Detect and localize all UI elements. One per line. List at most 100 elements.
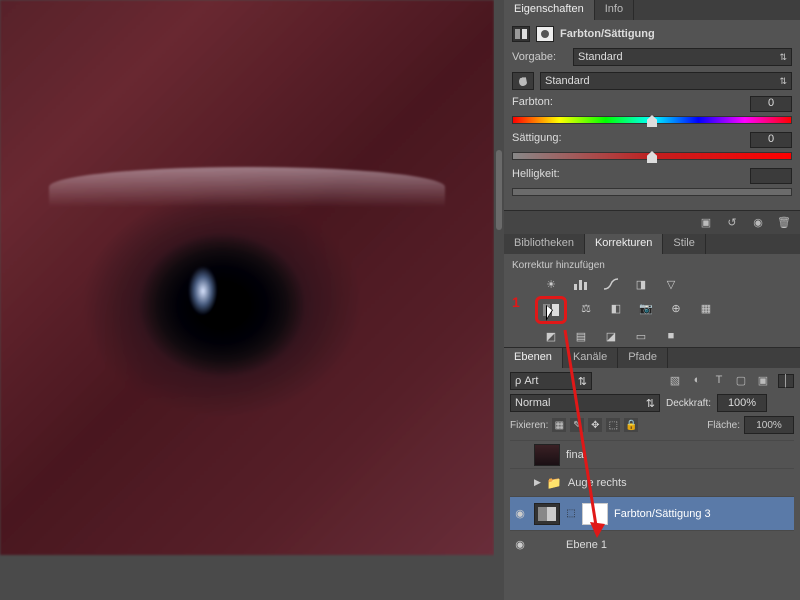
lock-pixels-icon[interactable]: ✎: [570, 418, 584, 432]
right-panels: Eigenschaften Info Farbton/Sättigung Vor…: [504, 0, 800, 600]
lightness-slider[interactable]: [512, 188, 792, 196]
folder-icon: 📁: [547, 476, 562, 490]
posterize-icon[interactable]: ▤: [570, 327, 592, 345]
curves-icon[interactable]: [600, 275, 622, 293]
invert-icon[interactable]: ◩: [540, 327, 562, 345]
blend-mode-select[interactable]: Normal ⇅: [510, 394, 660, 412]
saturation-label: Sättigung:: [512, 132, 562, 148]
properties-body: Farbton/Sättigung Vorgabe: Standard ⇅ St…: [504, 20, 800, 210]
layers-tabs: Ebenen Kanäle Pfade: [504, 348, 800, 368]
adjustment-thumbnail[interactable]: [534, 503, 560, 525]
mask-thumbnail[interactable]: [582, 503, 608, 525]
layer-thumbnail[interactable]: [534, 444, 560, 466]
tab-korrekturen[interactable]: Korrekturen: [585, 234, 663, 254]
visibility-toggle[interactable]: [512, 449, 528, 461]
corrections-tabs: Bibliotheken Korrekturen Stile: [504, 234, 800, 254]
levels-icon[interactable]: [570, 275, 592, 293]
link-icon[interactable]: ⬚: [566, 508, 576, 519]
saturation-slider-row: Sättigung: 0: [512, 132, 792, 160]
blend-mode-value: Normal: [515, 397, 550, 409]
tab-ebenen[interactable]: Ebenen: [504, 348, 563, 368]
hue-value-input[interactable]: 0: [750, 96, 792, 112]
tab-kanaele[interactable]: Kanäle: [563, 348, 618, 368]
lookup-icon[interactable]: ▦: [695, 299, 717, 317]
filter-adjustment-icon[interactable]: ◐: [690, 374, 704, 388]
annotation-number: 1: [512, 294, 520, 310]
brightness-contrast-icon[interactable]: ☀: [540, 275, 562, 293]
layer-row[interactable]: final: [510, 440, 794, 468]
preset-value: Standard: [578, 51, 623, 63]
layer-row-selected[interactable]: ◉ ⬚ Farbton/Sättigung 3: [510, 496, 794, 530]
layer-row[interactable]: ◉ Ebene 1: [510, 530, 794, 558]
tab-eigenschaften[interactable]: Eigenschaften: [504, 0, 595, 20]
adjustment-type-icon: [512, 26, 530, 42]
visibility-toggle[interactable]: ◉: [512, 507, 528, 520]
preset-select[interactable]: Standard ⇅: [573, 48, 792, 66]
adjustment-title: Farbton/Sättigung: [560, 28, 655, 40]
lock-transparent-icon[interactable]: ▦: [552, 418, 566, 432]
layer-filter-select[interactable]: ρ Art ⇅: [510, 372, 592, 390]
filter-type-icon[interactable]: T: [712, 374, 726, 388]
scroll-thumb[interactable]: [496, 150, 502, 230]
color-balance-icon[interactable]: ⚖: [575, 299, 597, 317]
lock-all-icon[interactable]: 🔒: [624, 418, 638, 432]
visibility-toggle[interactable]: ◉: [512, 538, 528, 551]
preset-label: Vorgabe:: [512, 51, 567, 63]
mask-icon[interactable]: [536, 26, 554, 42]
layer-name[interactable]: final: [566, 449, 586, 461]
chevron-updown-icon: ⇅: [779, 52, 787, 63]
slider-thumb[interactable]: [647, 151, 657, 163]
opacity-input[interactable]: 100%: [717, 394, 767, 412]
fill-input[interactable]: 100%: [744, 416, 794, 434]
canvas-area[interactable]: [0, 0, 494, 600]
layer-name[interactable]: Auge rechts: [568, 477, 627, 489]
channel-mixer-icon[interactable]: ⊕: [665, 299, 687, 317]
slider-thumb[interactable]: [647, 115, 657, 127]
properties-footer: ▣ ↺ ◉ 🗑: [504, 210, 800, 234]
filter-pixel-icon[interactable]: ▧: [668, 374, 682, 388]
tab-pfade[interactable]: Pfade: [618, 348, 668, 368]
channel-value: Standard: [545, 75, 590, 87]
clip-icon[interactable]: ▣: [698, 216, 714, 230]
layer-name[interactable]: Ebene 1: [566, 539, 607, 551]
hue-slider-row: Farbton: 0: [512, 96, 792, 124]
reset-icon[interactable]: ↺: [724, 216, 740, 230]
hue-slider[interactable]: [512, 116, 792, 124]
vibrance-icon[interactable]: ▽: [660, 275, 682, 293]
visibility-toggle[interactable]: [512, 477, 528, 489]
lock-nested-icon[interactable]: ⬚: [606, 418, 620, 432]
trash-icon[interactable]: 🗑: [776, 216, 792, 230]
filter-toggle-icon[interactable]: │: [778, 374, 794, 388]
selective-color-icon[interactable]: ■: [660, 327, 682, 345]
threshold-icon[interactable]: ◪: [600, 327, 622, 345]
lightness-value-input[interactable]: [750, 168, 792, 184]
black-white-icon[interactable]: ◧: [605, 299, 627, 317]
lightness-slider-row: Helligkeit:: [512, 168, 792, 196]
layer-group-row[interactable]: ▶ 📁 Auge rechts: [510, 468, 794, 496]
panel-scrollbar[interactable]: [494, 0, 504, 600]
properties-tabs: Eigenschaften Info: [504, 0, 800, 20]
photo-filter-icon[interactable]: 📷: [635, 299, 657, 317]
document-image: [0, 0, 494, 555]
channel-select[interactable]: Standard ⇅: [540, 72, 792, 90]
filter-shape-icon[interactable]: ▢: [734, 374, 748, 388]
lock-label: Fixieren:: [510, 420, 548, 431]
tab-stile[interactable]: Stile: [663, 234, 705, 254]
filter-smart-icon[interactable]: ▣: [756, 374, 770, 388]
visibility-icon[interactable]: ◉: [750, 216, 766, 230]
exposure-icon[interactable]: ◨: [630, 275, 652, 293]
layer-name[interactable]: Farbton/Sättigung 3: [614, 508, 711, 520]
filter-mode-value: Art: [524, 375, 538, 387]
fill-label: Fläche:: [707, 420, 740, 431]
hue-saturation-icon[interactable]: [540, 301, 562, 319]
gradient-map-icon[interactable]: ▭: [630, 327, 652, 345]
lock-position-icon[interactable]: ✥: [588, 418, 602, 432]
tab-bibliotheken[interactable]: Bibliotheken: [504, 234, 585, 254]
saturation-value-input[interactable]: 0: [750, 132, 792, 148]
highlight-box: [535, 296, 567, 324]
corrections-body: Korrektur hinzufügen ☀ ◨ ▽ ⚖ ◧ 📷: [504, 254, 800, 347]
tab-info[interactable]: Info: [595, 0, 634, 20]
disclosure-triangle-icon[interactable]: ▶: [534, 477, 541, 488]
scrubby-hand-icon[interactable]: [512, 72, 534, 90]
saturation-slider[interactable]: [512, 152, 792, 160]
